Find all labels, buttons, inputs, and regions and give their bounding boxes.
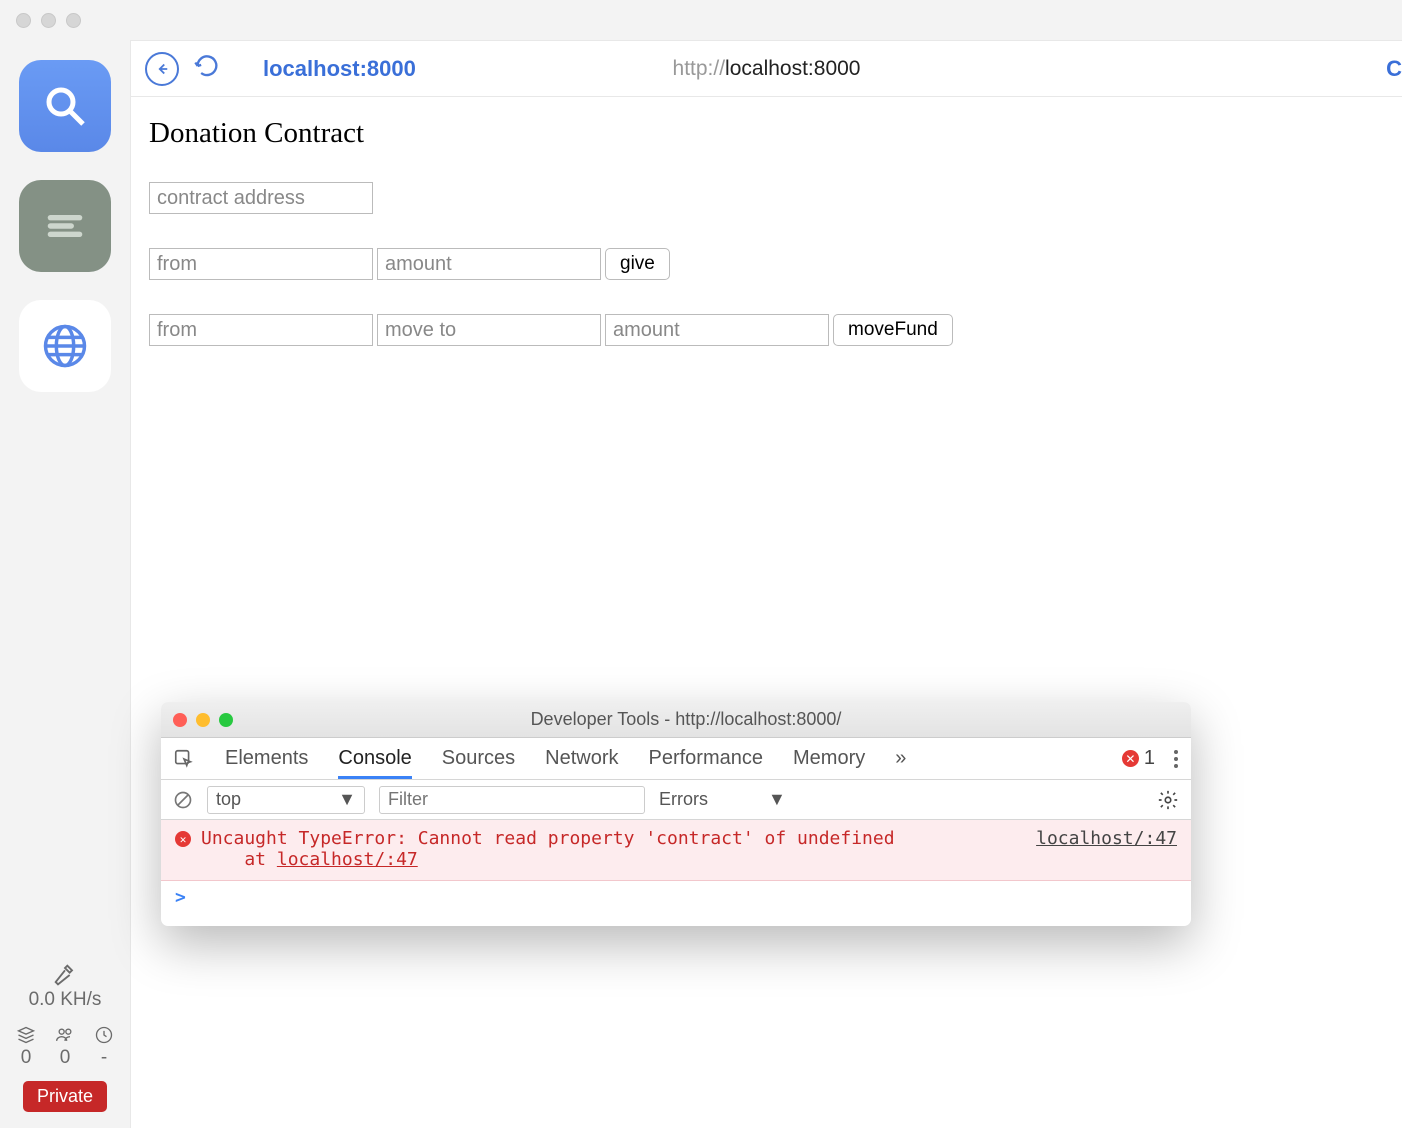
context-value: top	[216, 789, 241, 810]
kebab-menu-icon[interactable]	[1173, 749, 1179, 769]
list-icon	[40, 201, 90, 251]
url-display[interactable]: http://localhost:8000	[673, 57, 861, 81]
give-row: give	[149, 248, 1384, 280]
app-sidebar: 0.0 KH/s 0 0 - Pr	[0, 40, 130, 1128]
page-title: Donation Contract	[149, 117, 1384, 150]
browser-viewport: localhost:8000 http://localhost:8000 C D…	[130, 40, 1402, 1128]
url-host: localhost:8000	[725, 57, 860, 80]
movefund-button[interactable]: moveFund	[833, 314, 953, 346]
move-amount-input[interactable]	[605, 314, 829, 346]
tab-network[interactable]: Network	[545, 738, 618, 779]
log-level-value: Errors	[659, 789, 708, 810]
stack-icon	[15, 1025, 37, 1045]
clock-icon	[93, 1025, 115, 1045]
console-error-row[interactable]: ✕ Uncaught TypeError: Cannot read proper…	[161, 820, 1191, 881]
url-scheme: http://	[673, 57, 726, 80]
back-button[interactable]	[145, 52, 179, 86]
refresh-icon	[193, 52, 221, 80]
app-titlebar	[0, 0, 1402, 40]
contract-row	[149, 182, 1384, 214]
stack-count: 0	[21, 1047, 32, 1069]
move-from-input[interactable]	[149, 314, 373, 346]
private-badge[interactable]: Private	[23, 1081, 107, 1112]
console-output: ✕ Uncaught TypeError: Cannot read proper…	[161, 820, 1191, 914]
inspect-icon[interactable]	[173, 748, 195, 770]
sidebar-list-button[interactable]	[19, 180, 111, 272]
console-stack-link[interactable]: localhost/:47	[277, 849, 418, 870]
sidebar-status: 0.0 KH/s 0 0 - Pr	[0, 961, 130, 1112]
error-count[interactable]: ✕ 1	[1122, 747, 1155, 770]
clock-value: -	[101, 1047, 107, 1069]
move-row: moveFund	[149, 314, 1384, 346]
globe-icon	[39, 320, 91, 372]
people-count: 0	[60, 1047, 71, 1069]
traffic-light-close[interactable]	[16, 13, 31, 28]
give-button[interactable]: give	[605, 248, 670, 280]
search-icon	[41, 82, 89, 130]
console-filterbar: top ▼ Errors ▼	[161, 780, 1191, 820]
tab-label[interactable]: localhost:8000	[263, 56, 416, 82]
tab-console[interactable]: Console	[338, 738, 411, 779]
browser-toolbar: localhost:8000 http://localhost:8000 C	[131, 41, 1402, 97]
devtools-tabs: Elements Console Sources Network Perform…	[161, 738, 1191, 780]
tab-elements[interactable]: Elements	[225, 738, 308, 779]
context-selector[interactable]: top ▼	[207, 786, 365, 814]
chevron-down-icon: ▼	[338, 789, 356, 810]
sidebar-web-button[interactable]	[19, 300, 111, 392]
gear-icon[interactable]	[1157, 789, 1179, 811]
give-amount-input[interactable]	[377, 248, 601, 280]
log-level-selector[interactable]: Errors ▼	[659, 789, 786, 810]
url-suffix-hint: C	[1386, 56, 1402, 82]
contract-address-input[interactable]	[149, 182, 373, 214]
page-content: Donation Contract give moveFund	[131, 97, 1402, 400]
error-badge-icon: ✕	[1122, 750, 1139, 767]
sidebar-search-button[interactable]	[19, 60, 111, 152]
clear-console-icon[interactable]	[173, 790, 193, 810]
error-count-value: 1	[1144, 747, 1155, 770]
console-filter-input[interactable]	[379, 786, 645, 814]
devtools-titlebar[interactable]: Developer Tools - http://localhost:8000/	[161, 702, 1191, 738]
devtools-title: Developer Tools - http://localhost:8000/	[193, 709, 1179, 730]
devtools-window: Developer Tools - http://localhost:8000/…	[161, 702, 1191, 926]
chevron-down-icon: ▼	[768, 789, 786, 810]
traffic-light-minimize[interactable]	[41, 13, 56, 28]
arrow-left-icon	[153, 60, 171, 78]
devtools-close-button[interactable]	[173, 713, 187, 727]
tab-more[interactable]: »	[895, 738, 906, 779]
console-error-source-link[interactable]: localhost/:47	[1036, 828, 1177, 849]
tab-memory[interactable]: Memory	[793, 738, 865, 779]
give-from-input[interactable]	[149, 248, 373, 280]
console-error-message: Uncaught TypeError: Cannot read property…	[201, 828, 1006, 870]
error-icon: ✕	[175, 831, 191, 847]
hammer-icon	[51, 961, 79, 989]
tab-sources[interactable]: Sources	[442, 738, 515, 779]
console-prompt[interactable]: >	[161, 881, 1191, 914]
refresh-button[interactable]	[193, 52, 221, 86]
move-to-input[interactable]	[377, 314, 601, 346]
people-icon	[53, 1025, 77, 1045]
tab-performance[interactable]: Performance	[649, 738, 764, 779]
traffic-light-zoom[interactable]	[66, 13, 81, 28]
hashrate-value: 0.0 KH/s	[29, 989, 102, 1011]
